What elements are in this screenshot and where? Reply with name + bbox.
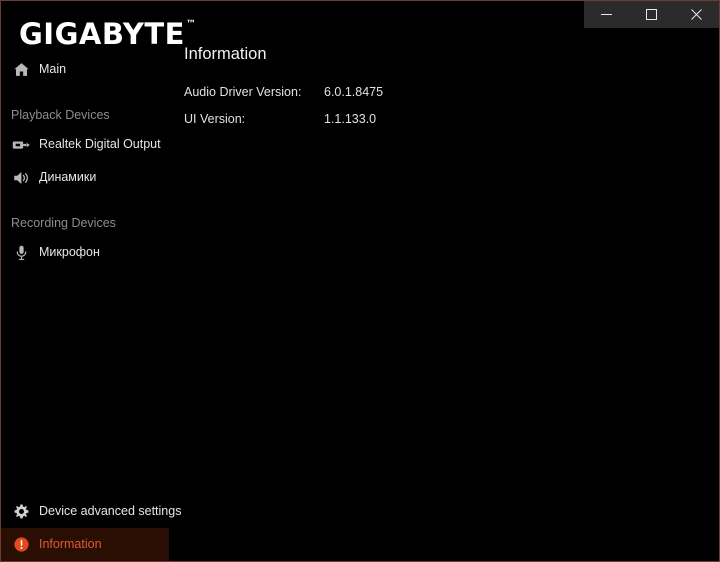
sidebar-item-microphone[interactable]: Микрофон [1, 236, 169, 269]
maximize-icon [646, 9, 657, 20]
sidebar-item-speakers-label: Динамики [39, 170, 97, 185]
sidebar-item-information-label: Information [39, 537, 102, 552]
close-icon [691, 9, 702, 20]
sidebar-group-playback-header: Playback Devices [11, 108, 110, 122]
close-button[interactable] [674, 1, 719, 28]
content-area: Information Audio Driver Version: 6.0.1.… [169, 46, 719, 561]
audio-driver-version-value: 6.0.1.8475 [324, 84, 384, 99]
information-table: Audio Driver Version: 6.0.1.8475 UI Vers… [184, 85, 383, 139]
trademark-symbol: ™ [185, 19, 197, 31]
sidebar-group-recording-header: Recording Devices [11, 216, 116, 230]
page-title: Information [184, 45, 267, 63]
sidebar: Main Playback Devices Realtek Digital Ou… [1, 53, 181, 561]
window-controls [584, 1, 719, 28]
audio-driver-version-label: Audio Driver Version: [184, 84, 302, 99]
spdif-icon [10, 134, 32, 156]
sidebar-item-device-advanced-settings-label: Device advanced settings [39, 504, 182, 519]
ui-version-value: 1.1.133.0 [324, 111, 377, 126]
sidebar-item-information[interactable]: Information [1, 528, 169, 561]
minimize-icon [601, 9, 612, 20]
table-row: UI Version: 1.1.133.0 [184, 112, 383, 139]
sidebar-item-main-label: Main [39, 62, 67, 77]
sidebar-item-realtek-digital-output-label: Realtek Digital Output [39, 137, 161, 152]
microphone-icon [10, 242, 32, 264]
sidebar-item-microphone-label: Микрофон [39, 245, 100, 260]
sidebar-item-device-advanced-settings[interactable]: Device advanced settings [1, 495, 181, 528]
info-alert-icon [10, 534, 32, 556]
sidebar-item-realtek-digital-output[interactable]: Realtek Digital Output [1, 128, 169, 161]
speaker-icon [10, 167, 32, 189]
gear-icon [10, 501, 32, 523]
ui-version-label: UI Version: [184, 111, 246, 126]
gigabyte-audio-window: GIGABYTE™ Main Playback Devices Realtek … [0, 0, 720, 562]
maximize-button[interactable] [629, 1, 674, 28]
sidebar-item-main[interactable]: Main [1, 53, 169, 86]
logo-text: GIGABYTE [19, 17, 185, 51]
table-row: Audio Driver Version: 6.0.1.8475 [184, 85, 383, 112]
home-icon [10, 59, 32, 81]
minimize-button[interactable] [584, 1, 629, 28]
sidebar-item-speakers[interactable]: Динамики [1, 161, 169, 194]
sidebar-bottom-nav: Device advanced settings Information [1, 495, 181, 561]
